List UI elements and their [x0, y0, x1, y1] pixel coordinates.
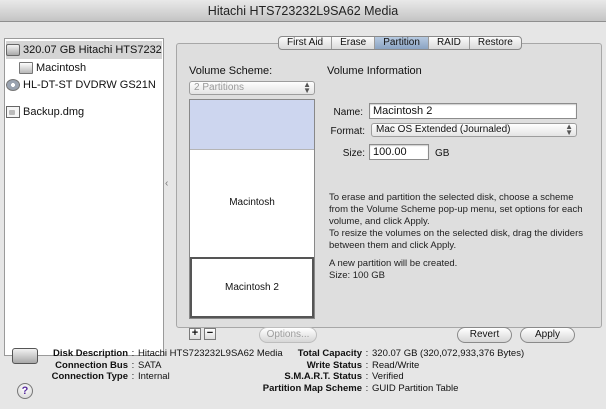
sidebar-item-hitachi-disk[interactable]: 320.07 GB Hitachi HTS723232...	[6, 41, 162, 59]
tab-partition[interactable]: Partition	[375, 37, 429, 49]
volume-scheme-title: Volume Scheme:	[189, 65, 273, 77]
info-value: Read/Write	[372, 359, 420, 371]
info-value: Verified	[372, 371, 404, 382]
split-divider-handle[interactable]: ‹	[165, 178, 168, 189]
partition-panel: Volume Scheme: 2 Partitions ▲ ▼ Macintosh…	[176, 43, 602, 343]
info-key: Partition Map Scheme	[262, 382, 362, 394]
info-value: GUID Partition Table	[372, 382, 459, 394]
info-row: Write Status : Read/Write	[262, 360, 524, 372]
help-button[interactable]: ?	[17, 383, 33, 399]
instruction-resize: To resize the volumes on the selected di…	[329, 228, 583, 251]
remove-partition-button[interactable]: −	[204, 328, 216, 340]
popup-arrows-icon: ▲ ▼	[303, 80, 311, 95]
add-partition-button[interactable]: +	[189, 328, 201, 340]
instruction-size: Size: 100 GB	[329, 270, 385, 281]
size-label: Size:	[342, 148, 365, 159]
partition-macintosh[interactable]: Macintosh	[190, 150, 314, 256]
volume-scheme-popup[interactable]: 2 Partitions ▲ ▼	[189, 81, 315, 95]
format-popup[interactable]: Mac OS Extended (Journaled) ▲ ▼	[371, 123, 577, 137]
tab-bar: First Aid Erase Partition RAID Restore	[278, 36, 522, 50]
disk-info-right: Total Capacity : 320.07 GB (320,072,933,…	[262, 348, 524, 394]
info-key: Disk Description	[53, 348, 128, 359]
info-key: Connection Bus	[55, 359, 128, 371]
sidebar-item-macintosh[interactable]: Macintosh	[19, 59, 162, 77]
volume-scheme-value: 2 Partitions	[194, 82, 245, 93]
format-value: Mac OS Extended (Journaled)	[376, 124, 511, 135]
hard-disk-icon	[6, 44, 20, 56]
partition-macintosh-2[interactable]: Macintosh 2	[190, 257, 314, 318]
device-sidebar[interactable]: 320.07 GB Hitachi HTS723232... Macintosh…	[4, 38, 164, 356]
info-row: Disk Description : Hitachi HTS723232L9SA…	[50, 348, 283, 360]
sidebar-item-backup-dmg[interactable]: Backup.dmg	[6, 103, 162, 121]
format-label: Format:	[330, 126, 365, 137]
name-label: Name:	[333, 107, 363, 118]
info-row: Connection Type : Internal	[51, 371, 170, 382]
info-key: S.M.A.R.T. Status	[284, 371, 362, 382]
sidebar-item-label: Macintosh	[36, 62, 87, 74]
info-row: Partition Map Scheme : GUID Partition Ta…	[262, 382, 459, 394]
optical-drive-icon	[6, 79, 20, 91]
info-value: Hitachi HTS723232L9SA62 Media	[138, 348, 283, 359]
info-row: Total Capacity : 320.07 GB (320,072,933,…	[262, 348, 524, 360]
tab-first-aid[interactable]: First Aid	[279, 37, 333, 49]
revert-button[interactable]: Revert	[457, 327, 512, 343]
info-value: SATA	[138, 359, 162, 371]
info-value: 320.07 GB (320,072,933,376 Bytes)	[372, 348, 525, 359]
volume-info-title: Volume Information	[327, 65, 422, 77]
instruction-erase: To erase and partition the selected disk…	[329, 192, 583, 227]
sidebar-item-label: Backup.dmg	[23, 106, 85, 118]
popup-arrows-icon: ▲ ▼	[565, 122, 573, 137]
size-unit: GB	[435, 148, 450, 159]
instruction-new-partition: A new partition will be created.	[329, 258, 458, 269]
window-title: Hitachi HTS723232L9SA62 Media	[0, 0, 606, 22]
window-body: 320.07 GB Hitachi HTS723232... Macintosh…	[0, 22, 606, 409]
tab-restore[interactable]: Restore	[470, 37, 521, 49]
tab-erase[interactable]: Erase	[332, 37, 376, 49]
info-row: Connection Bus : SATA	[50, 360, 283, 372]
tab-raid[interactable]: RAID	[429, 37, 470, 49]
info-key: Total Capacity	[297, 348, 362, 359]
partition-free-space[interactable]	[190, 100, 314, 150]
partition-instructions: To erase and partition the selected disk…	[329, 192, 587, 282]
info-row: S.M.A.R.T. Status : Verified	[262, 371, 524, 383]
volume-name-field[interactable]: Macintosh 2	[369, 103, 577, 119]
volume-size-field[interactable]: 100.00	[369, 144, 429, 160]
info-key: Connection Type	[51, 371, 128, 382]
disk-info-left: Disk Description : Hitachi HTS723232L9SA…	[50, 348, 283, 383]
info-key: Write Status	[306, 359, 362, 371]
options-button[interactable]: Options...	[259, 327, 317, 343]
sidebar-item-dvd-drive[interactable]: HL-DT-ST DVDRW GS21N	[6, 76, 162, 94]
partition-layout: Macintosh Macintosh 2	[189, 99, 315, 319]
disk-image-icon	[6, 106, 20, 118]
sidebar-item-label: HL-DT-ST DVDRW GS21N	[23, 79, 156, 91]
sidebar-item-label: 320.07 GB Hitachi HTS723232...	[23, 44, 162, 56]
apply-button[interactable]: Apply	[520, 327, 575, 343]
volume-icon	[19, 62, 33, 74]
disk-drive-icon	[12, 348, 38, 364]
info-value: Internal	[138, 371, 170, 382]
